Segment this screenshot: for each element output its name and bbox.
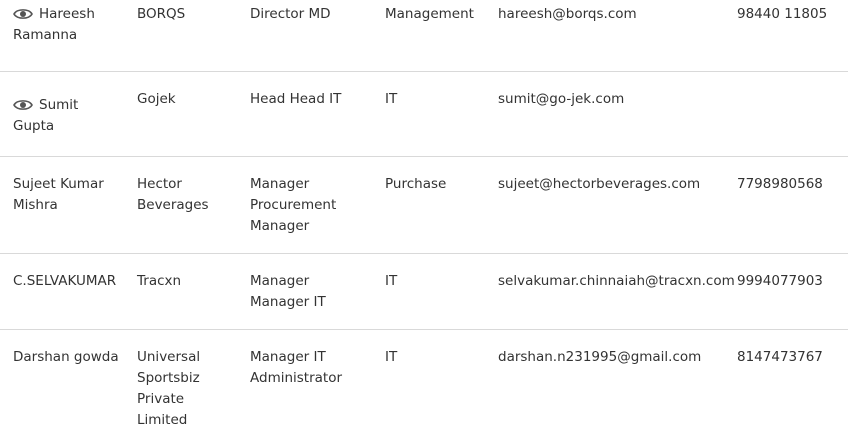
title-cell: Manager Manager IT	[250, 271, 378, 313]
company-line: Sportsbiz	[137, 370, 200, 386]
contact-name-line: Hareesh	[13, 4, 128, 25]
department-cell: IT	[385, 91, 398, 107]
contact-name-line: Ramanna	[13, 27, 78, 43]
contact-name-cell: C.SELVAKUMAR	[13, 271, 128, 292]
company-line: Beverages	[137, 197, 209, 213]
phone-cell: 7798980568	[737, 176, 823, 192]
contact-name-line: Sujeet Kumar	[13, 176, 104, 192]
contact-name-line: Sumit	[13, 95, 128, 116]
phone-cell: 9994077903	[737, 273, 823, 289]
email-cell: darshan.n231995@gmail.com	[498, 349, 702, 365]
contact-name-text: Hareesh	[39, 6, 95, 22]
table-row: Hareesh Ramanna BORQS Director MD Manage…	[0, 0, 848, 72]
phone-cell: 98440 11805	[737, 6, 828, 22]
department-cell: IT	[385, 273, 398, 289]
department-cell: Management	[385, 6, 474, 22]
contact-name-line: C.SELVAKUMAR	[13, 273, 117, 289]
department-cell: IT	[385, 349, 398, 365]
department-cell: Purchase	[385, 176, 447, 192]
eye-icon[interactable]	[13, 7, 33, 21]
title-line: Head Head IT	[250, 91, 342, 107]
company-cell: Tracxn	[137, 271, 242, 292]
title-cell: Head Head IT	[250, 89, 378, 110]
table-row: Sumit Gupta Gojek Head Head IT IT sumit@…	[0, 72, 848, 157]
company-line: Limited	[137, 412, 188, 428]
contact-name-line: Mishra	[13, 197, 58, 213]
phone-cell: 8147473767	[737, 349, 823, 365]
eye-icon[interactable]	[13, 98, 33, 112]
table-row: Sujeet Kumar Mishra Hector Beverages Man…	[0, 157, 848, 254]
company-line: Private	[137, 391, 185, 407]
company-line: BORQS	[137, 6, 186, 22]
contacts-table: Hareesh Ramanna BORQS Director MD Manage…	[0, 0, 848, 440]
title-cell: Director MD	[250, 4, 378, 25]
company-cell: Gojek	[137, 89, 242, 110]
company-line: Gojek	[137, 91, 176, 107]
contact-name-text: Sumit	[39, 97, 79, 113]
title-line: Manager	[250, 218, 310, 234]
company-cell: Hector Beverages	[137, 174, 242, 216]
title-line: Administrator	[250, 370, 343, 386]
email-cell: selvakumar.chinnaiah@tracxn.com	[498, 273, 735, 289]
contact-name-line: Darshan gowda	[13, 349, 119, 365]
company-cell: BORQS	[137, 4, 242, 25]
company-line: Hector	[137, 176, 182, 192]
title-cell: Manager Procurement Manager	[250, 174, 378, 237]
contact-name-cell: Hareesh Ramanna	[13, 4, 128, 46]
email-cell: sujeet@hectorbeverages.com	[498, 176, 701, 192]
email-cell: hareesh@borqs.com	[498, 6, 637, 22]
contact-name-cell: Darshan gowda	[13, 347, 128, 368]
title-line: Procurement	[250, 197, 337, 213]
title-line: Manager	[250, 273, 310, 289]
company-cell: Universal Sportsbiz Private Limited	[137, 347, 242, 431]
contact-name-cell: Sujeet Kumar Mishra	[13, 174, 128, 216]
title-line: Director MD	[250, 6, 331, 22]
company-line: Universal	[137, 349, 201, 365]
title-cell: Manager IT Administrator	[250, 347, 378, 389]
company-line: Tracxn	[137, 273, 182, 289]
contact-name-line: Gupta	[13, 118, 55, 134]
title-line: Manager IT	[250, 349, 326, 365]
email-cell: sumit@go-jek.com	[498, 91, 625, 107]
title-line: Manager IT	[250, 294, 326, 310]
table-row: Darshan gowda Universal Sportsbiz Privat…	[0, 330, 848, 440]
title-line: Manager	[250, 176, 310, 192]
table-row: C.SELVAKUMAR Tracxn Manager Manager IT I…	[0, 254, 848, 330]
contact-name-cell: Sumit Gupta	[13, 95, 128, 137]
